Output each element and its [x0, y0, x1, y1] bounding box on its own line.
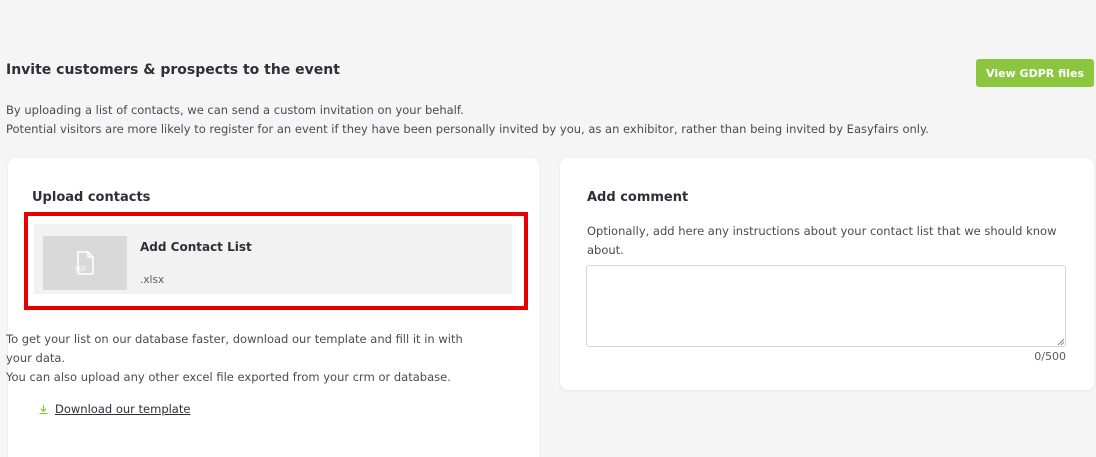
hint-line-2: about. [587, 243, 624, 257]
download-icon [39, 404, 48, 414]
page-header: Invite customers & prospects to the even… [6, 59, 1094, 87]
comment-hint: Optionally, add here any instructions ab… [587, 222, 1067, 260]
upload-contacts-title: Upload contacts [32, 190, 151, 205]
invite-page: Invite customers & prospects to the even… [0, 0, 1096, 457]
resize-handle-icon[interactable] [1057, 338, 1065, 346]
page-description: By uploading a list of contacts, we can … [6, 101, 929, 139]
view-gdpr-files-button[interactable]: View GDPR files [976, 59, 1094, 87]
page-title: Invite customers & prospects to the even… [6, 62, 340, 78]
description-line-2: Potential visitors are more likely to re… [6, 122, 929, 136]
comment-textarea[interactable] [586, 265, 1066, 347]
pdf-thumb-text: PDF [75, 266, 87, 273]
info-line-1: To get your list on our database faster,… [6, 332, 463, 346]
upload-info-text: To get your list on our database faster,… [6, 330, 506, 387]
add-comment-title: Add comment [587, 190, 689, 205]
info-line-3: You can also upload any other excel file… [6, 370, 451, 384]
info-line-2: your data. [6, 351, 66, 365]
description-line-1: By uploading a list of contacts, we can … [6, 103, 464, 117]
file-extension: .xlsx [140, 274, 165, 286]
file-thumbnail: PDF [43, 236, 127, 290]
download-template-link[interactable]: Download our template [38, 402, 190, 416]
download-template-label: Download our template [55, 402, 191, 416]
add-contact-list-label: Add Contact List [140, 240, 252, 254]
document-icon: PDF [75, 251, 94, 275]
add-contact-list-dropzone[interactable]: PDF Add Contact List .xlsx [34, 224, 512, 294]
hint-line-1: Optionally, add here any instructions ab… [587, 224, 1057, 238]
character-counter: 0/500 [1034, 350, 1066, 363]
